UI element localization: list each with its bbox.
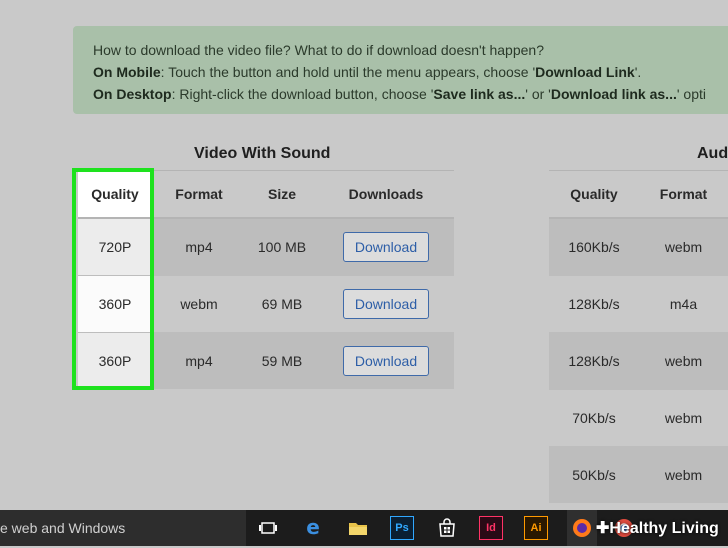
video-header-row: Quality Format Size Downloads bbox=[78, 170, 454, 219]
indesign-icon[interactable]: Id bbox=[479, 516, 503, 540]
table-row: 50Kb/s webm bbox=[549, 445, 728, 503]
mobile-text: : Touch the button and hold until the me… bbox=[160, 64, 536, 80]
header-quality: Quality bbox=[549, 170, 639, 219]
firefox-icon[interactable] bbox=[567, 510, 597, 546]
desktop-bold-save: Save link as... bbox=[433, 86, 526, 102]
quality-cell: 720P bbox=[78, 217, 152, 275]
format-cell: m4a bbox=[639, 274, 728, 332]
task-view-icon[interactable] bbox=[256, 516, 280, 540]
header-format: Format bbox=[152, 170, 246, 219]
illustrator-icon[interactable]: Ai bbox=[524, 516, 548, 540]
help-question: How to download the video file? What to … bbox=[93, 42, 544, 58]
desktop-text-or: ' or ' bbox=[525, 86, 551, 102]
download-button[interactable]: Download bbox=[342, 288, 430, 319]
desktop-text: : Right-click the download button, choos… bbox=[171, 86, 434, 102]
downloads-cell: Download bbox=[318, 331, 454, 389]
desktop-text-end: ' opti bbox=[676, 86, 706, 102]
plus-icon: ✚ bbox=[596, 520, 610, 537]
help-desktop-line: On Desktop: Right-click the download but… bbox=[93, 83, 728, 105]
mobile-text-end: '. bbox=[634, 64, 642, 80]
store-icon[interactable] bbox=[435, 516, 459, 540]
mobile-bold: Download Link bbox=[535, 64, 635, 80]
format-cell: webm bbox=[639, 388, 728, 446]
table-row: 160Kb/s webm bbox=[549, 217, 728, 275]
quality-cell: 70Kb/s bbox=[549, 388, 639, 446]
header-downloads: Downloads bbox=[318, 170, 454, 219]
quality-cell: 160Kb/s bbox=[549, 217, 639, 275]
browser-page: How to download the video file? What to … bbox=[0, 0, 728, 510]
format-cell: webm bbox=[639, 445, 728, 503]
size-cell: 69 MB bbox=[246, 274, 318, 332]
watermark-text: Healthy Living bbox=[609, 520, 719, 537]
audio-header-row: Quality Format bbox=[549, 170, 728, 219]
size-cell: 59 MB bbox=[246, 331, 318, 389]
video-table: Quality Format Size Downloads 720P mp4 1… bbox=[78, 170, 454, 389]
help-mobile-line: On Mobile: Touch the button and hold unt… bbox=[93, 61, 728, 83]
header-size: Size bbox=[246, 170, 318, 219]
downloads-cell: Download bbox=[318, 217, 454, 275]
table-row: 128Kb/s webm bbox=[549, 331, 728, 389]
format-cell: mp4 bbox=[152, 217, 246, 275]
taskbar-search-box[interactable]: e web and Windows bbox=[0, 510, 246, 546]
header-quality: Quality bbox=[78, 170, 152, 219]
quality-cell: 360P bbox=[78, 274, 152, 332]
video-section-title: Video With Sound bbox=[194, 145, 331, 162]
table-row: 360P mp4 59 MB Download bbox=[78, 331, 454, 389]
format-cell: webm bbox=[639, 217, 728, 275]
header-format: Format bbox=[639, 170, 728, 219]
downloads-cell: Download bbox=[318, 274, 454, 332]
edge-icon[interactable]: e bbox=[301, 516, 325, 540]
size-cell: 100 MB bbox=[246, 217, 318, 275]
table-row: 360P webm 69 MB Download bbox=[78, 274, 454, 332]
mobile-label: On Mobile bbox=[93, 64, 161, 80]
format-cell: webm bbox=[152, 274, 246, 332]
download-help-box: How to download the video file? What to … bbox=[73, 26, 728, 114]
photoshop-icon[interactable]: Ps bbox=[390, 516, 414, 540]
audio-section-title: Aud bbox=[697, 145, 728, 162]
format-cell: mp4 bbox=[152, 331, 246, 389]
desktop-bold-download: Download link as... bbox=[550, 86, 677, 102]
table-row: 70Kb/s webm bbox=[549, 388, 728, 446]
quality-cell: 128Kb/s bbox=[549, 274, 639, 332]
audio-table: Quality Format 160Kb/s webm 128Kb/s m4a … bbox=[549, 170, 728, 503]
quality-cell: 128Kb/s bbox=[549, 331, 639, 389]
quality-cell: 50Kb/s bbox=[549, 445, 639, 503]
format-cell: webm bbox=[639, 331, 728, 389]
download-button[interactable]: Download bbox=[342, 231, 430, 262]
desktop-label: On Desktop bbox=[93, 86, 172, 102]
watermark-logo: ✚Healthy Living bbox=[596, 518, 719, 538]
download-button[interactable]: Download bbox=[342, 345, 430, 376]
file-explorer-icon[interactable] bbox=[346, 516, 370, 540]
quality-cell: 360P bbox=[78, 331, 152, 389]
table-row: 128Kb/s m4a bbox=[549, 274, 728, 332]
table-row: 720P mp4 100 MB Download bbox=[78, 217, 454, 275]
